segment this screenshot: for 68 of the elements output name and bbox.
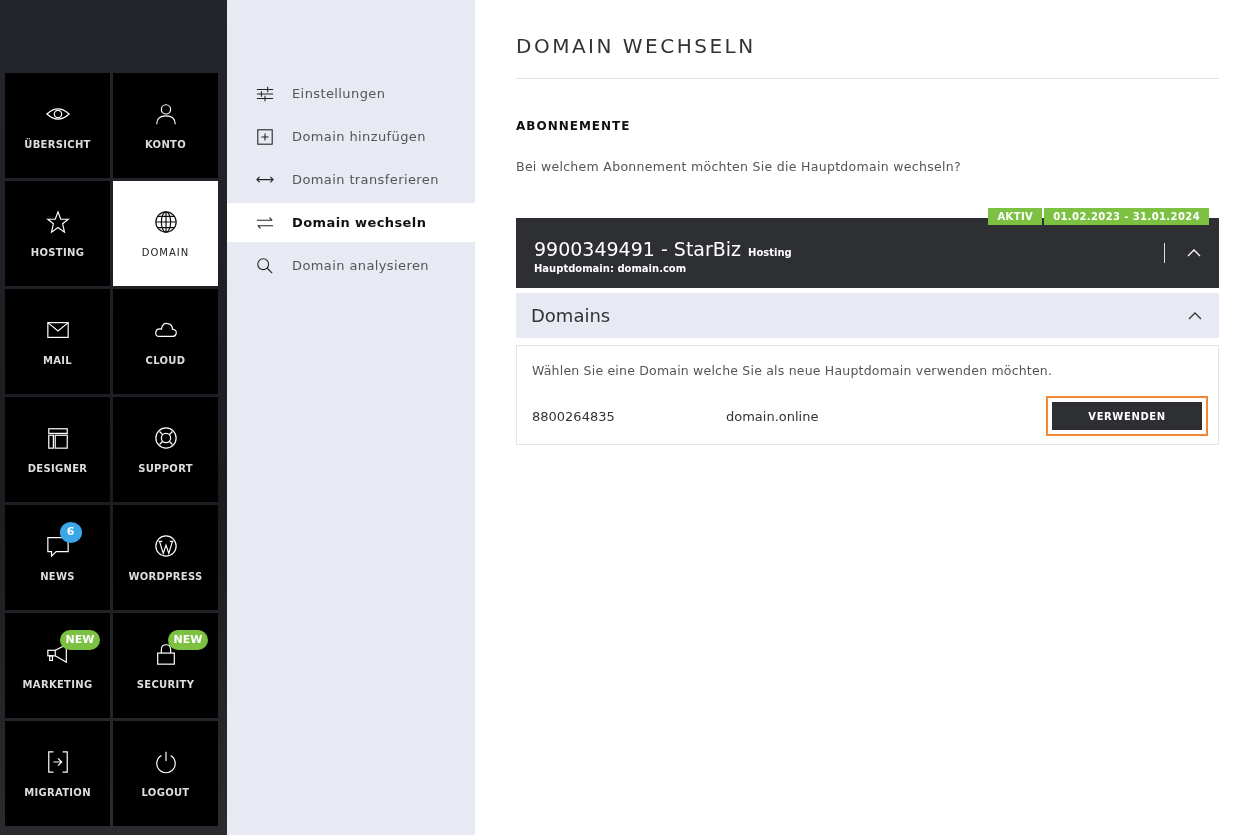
- subscription-type: Hosting: [748, 247, 792, 258]
- sidebar-tile[interactable]: 6 NEWS: [5, 505, 110, 610]
- new-badge: NEW: [59, 629, 101, 650]
- submenu-item[interactable]: Domain wechseln: [227, 203, 475, 242]
- tile-label: HOSTING: [30, 246, 85, 258]
- submenu-item[interactable]: Domain hinzufügen: [227, 115, 475, 158]
- page-title: DOMAIN WECHSELN: [516, 34, 1219, 79]
- domain-id: 8800264835: [532, 408, 616, 424]
- power-icon: [153, 749, 178, 774]
- period-tag: 01.02.2023 - 31.01.2024: [1044, 208, 1209, 225]
- submenu-label: Domain analysieren: [292, 258, 429, 273]
- sidebar-tile[interactable]: MAIL: [5, 289, 110, 394]
- tile-label: DESIGNER: [27, 462, 88, 474]
- submenu-label: Domain hinzufügen: [292, 129, 426, 144]
- tile-label: MIGRATION: [24, 786, 91, 798]
- sidebar-tile[interactable]: NEW MARKETING: [5, 613, 110, 718]
- chevron-icon[interactable]: [1188, 311, 1202, 320]
- sidebar-tile[interactable]: CLOUD: [113, 289, 218, 394]
- sidebar-tile[interactable]: NEW SECURITY: [113, 613, 218, 718]
- domains-header[interactable]: Domains: [516, 293, 1219, 338]
- tile-label: MARKETING: [22, 678, 93, 690]
- star-icon: [45, 209, 70, 234]
- tile-label: SUPPORT: [138, 462, 193, 474]
- wordpress-icon: [153, 533, 178, 558]
- question-text: Bei welchem Abonnement möchten Sie die Hauptdomain wechseln?: [516, 159, 962, 174]
- tile-label: DOMAIN: [141, 246, 190, 258]
- sidebar-tile[interactable]: SUPPORT: [113, 397, 218, 502]
- submenu-label: Einstellungen: [292, 86, 386, 101]
- count-badge: 6: [59, 521, 82, 543]
- search-icon: [256, 256, 274, 275]
- main-domain-text: Hauptdomain: domain.com: [534, 263, 688, 274]
- submenu-item[interactable]: Domain analysieren: [227, 244, 475, 287]
- tile-label: WORDPRESS: [128, 570, 203, 582]
- domain-name: domain.online: [726, 408, 820, 424]
- submenu-item[interactable]: Einstellungen: [227, 72, 475, 115]
- domains-title: Domains: [531, 305, 611, 326]
- user-icon: [153, 101, 178, 126]
- sidebar-tile[interactable]: ÜBERSICHT: [5, 73, 110, 178]
- exit-arrow-icon: [45, 749, 70, 774]
- sidebar-tile[interactable]: DOMAIN: [113, 181, 218, 286]
- lifebuoy-icon: [153, 425, 178, 450]
- tile-label: SECURITY: [136, 678, 195, 690]
- submenu-label: Domain wechseln: [292, 215, 427, 230]
- subscription-title: 9900349491 - StarBiz: [534, 238, 742, 260]
- sidebar-tile[interactable]: DESIGNER: [5, 397, 110, 502]
- submenu-item[interactable]: Domain transferieren: [227, 158, 475, 201]
- use-button[interactable]: VERWENDEN: [1052, 402, 1202, 430]
- tile-label: LOGOUT: [141, 786, 190, 798]
- sidebar-tile[interactable]: WORDPRESS: [113, 505, 218, 610]
- tile-label: KONTO: [145, 138, 186, 150]
- hint-text: Wählen Sie eine Domain welche Sie als neue Hauptdomain verwenden möchten.: [532, 363, 1054, 378]
- sidebar-tile[interactable]: HOSTING: [5, 181, 110, 286]
- sliders-icon: [256, 84, 274, 103]
- double-arrow-icon: [256, 175, 274, 184]
- tile-label: ÜBERSICHT: [24, 138, 91, 150]
- layout-icon: [45, 425, 70, 450]
- tile-label: CLOUD: [145, 354, 186, 366]
- tile-label: MAIL: [43, 354, 72, 366]
- sidebar-tile[interactable]: LOGOUT: [113, 721, 218, 826]
- section-title: ABONNEMENTE: [516, 119, 632, 133]
- plus-box-icon: [256, 127, 274, 146]
- sidebar-tile[interactable]: MIGRATION: [5, 721, 110, 826]
- new-badge: NEW: [167, 629, 209, 650]
- sidebar-tile[interactable]: KONTO: [113, 73, 218, 178]
- submenu-label: Domain transferieren: [292, 172, 439, 187]
- globe-icon: [153, 209, 178, 234]
- tile-label: NEWS: [40, 570, 75, 582]
- status-tag: AKTIV: [988, 208, 1043, 225]
